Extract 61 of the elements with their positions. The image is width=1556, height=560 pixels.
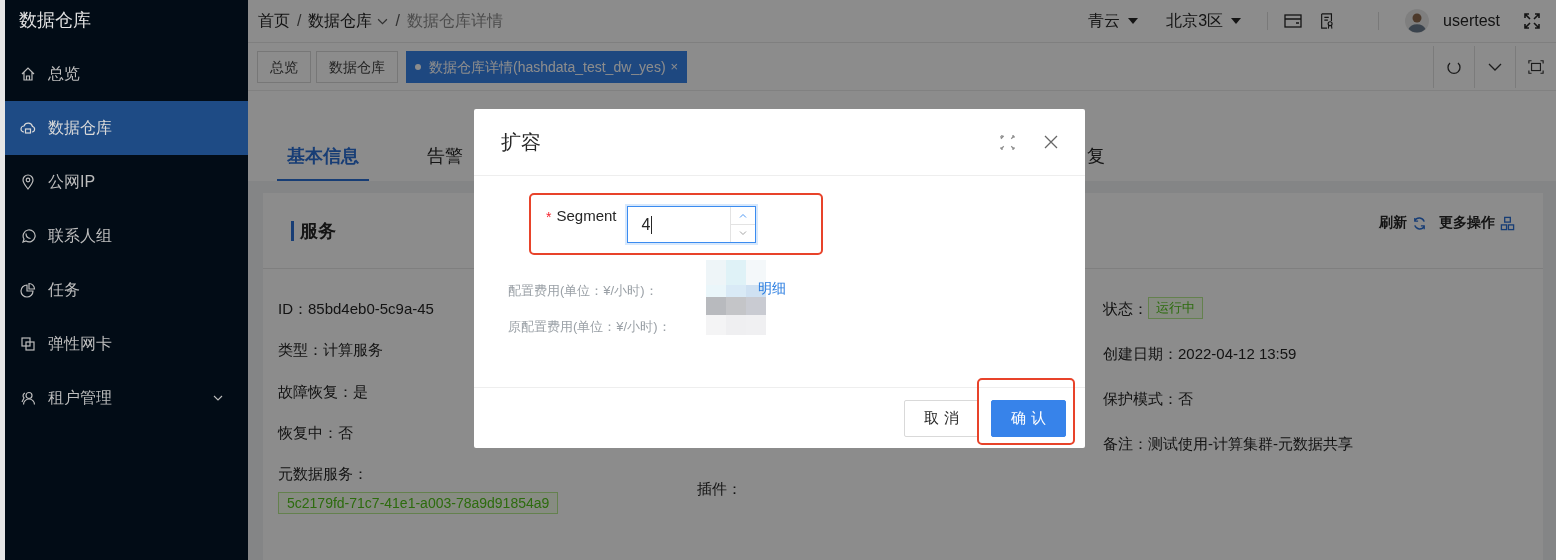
- section-title: 服务: [291, 220, 336, 241]
- field-text: 创建日期：2022-04-12 13:59: [1103, 345, 1297, 364]
- field-label: 元数据服务：: [278, 465, 368, 485]
- chevron-down-icon[interactable]: [377, 17, 389, 25]
- required-mark: *: [546, 209, 552, 225]
- page-tab[interactable]: 数据仓库详情(hashdata_test_dw_yes) ×: [406, 50, 688, 83]
- confirm-button[interactable]: 确 认: [991, 399, 1066, 437]
- breadcrumb-separator: /: [297, 12, 302, 30]
- details-link[interactable]: 明细: [757, 280, 786, 298]
- sidebar-item[interactable]: 任务: [5, 263, 248, 317]
- cloud-icon: [20, 120, 36, 136]
- field-text: 恢复中：否: [278, 424, 353, 444]
- sidebar-item[interactable]: 联系人组: [5, 209, 248, 263]
- id-tag: 5c2179fd-71c7-41e1-a003-78a9d91854a9: [278, 492, 559, 515]
- sidebar-item[interactable]: 数据仓库: [5, 101, 248, 155]
- cost-label: 原配置费用(单位：¥/小时)：: [508, 318, 671, 336]
- field-text: 备注：测试使用-计算集群-元数据共享: [1103, 435, 1353, 454]
- grid-icon[interactable]: [1500, 215, 1515, 231]
- phone-icon: [20, 228, 36, 244]
- detail-tab[interactable]: 基本信息: [277, 144, 369, 181]
- field-text: 故障恢复：是: [278, 382, 368, 402]
- users-icon: [20, 390, 36, 406]
- status-tag: 运行中: [1148, 297, 1203, 319]
- sidebar-item[interactable]: 公网IP: [5, 155, 248, 209]
- squares-icon: [20, 336, 36, 352]
- refresh-icon[interactable]: [1412, 215, 1427, 231]
- username[interactable]: usertest: [1443, 12, 1500, 30]
- caret-down-icon[interactable]: [1128, 18, 1139, 24]
- region-dropdown[interactable]: 北京3区: [1166, 10, 1224, 32]
- avatar[interactable]: [1405, 9, 1430, 33]
- more-actions-link[interactable]: 更多操作: [1439, 214, 1495, 232]
- page-tab[interactable]: 数据仓库: [316, 50, 398, 83]
- pie-chart-icon: [20, 282, 36, 298]
- dialog-title: 扩容: [501, 129, 542, 155]
- field-text: ID：85bd4eb0-5c9a-45: [278, 300, 434, 319]
- sidebar-item[interactable]: 租户管理: [5, 371, 248, 425]
- cloud-dropdown[interactable]: 青云: [1088, 10, 1121, 32]
- wallet-icon[interactable]: [1284, 13, 1303, 29]
- location-pin-icon: [20, 174, 36, 190]
- breadcrumb-separator: /: [395, 12, 400, 30]
- refresh-link[interactable]: 刷新: [1379, 214, 1407, 232]
- breadcrumb-link[interactable]: 数据仓库: [308, 10, 373, 32]
- cost-label: 配置费用(单位：¥/小时)：: [508, 282, 658, 300]
- home-icon: [20, 66, 36, 82]
- field-label: Segment: [556, 207, 617, 224]
- page-tab[interactable]: 总览: [257, 50, 311, 83]
- caret-down-icon[interactable]: [1231, 18, 1242, 24]
- app-title: 数据仓库: [18, 9, 92, 32]
- sidebar-item[interactable]: 弹性网卡: [5, 317, 248, 371]
- field-text: 保护模式：否: [1103, 390, 1193, 409]
- detail-tab[interactable]: 告警: [417, 144, 473, 181]
- sidebar-item[interactable]: 总览: [5, 47, 248, 101]
- close-icon[interactable]: ×: [670, 50, 679, 83]
- fullscreen-icon[interactable]: [1000, 134, 1015, 150]
- cancel-button[interactable]: 取 消: [904, 399, 979, 437]
- field-text: 插件：: [697, 480, 742, 499]
- fullscreen-icon[interactable]: [1524, 13, 1540, 29]
- field-label: 状态：: [1103, 300, 1148, 319]
- close-icon[interactable]: [1043, 134, 1059, 150]
- breadcrumb-link[interactable]: 首页: [258, 10, 290, 32]
- field-text: 类型：计算服务: [278, 341, 383, 361]
